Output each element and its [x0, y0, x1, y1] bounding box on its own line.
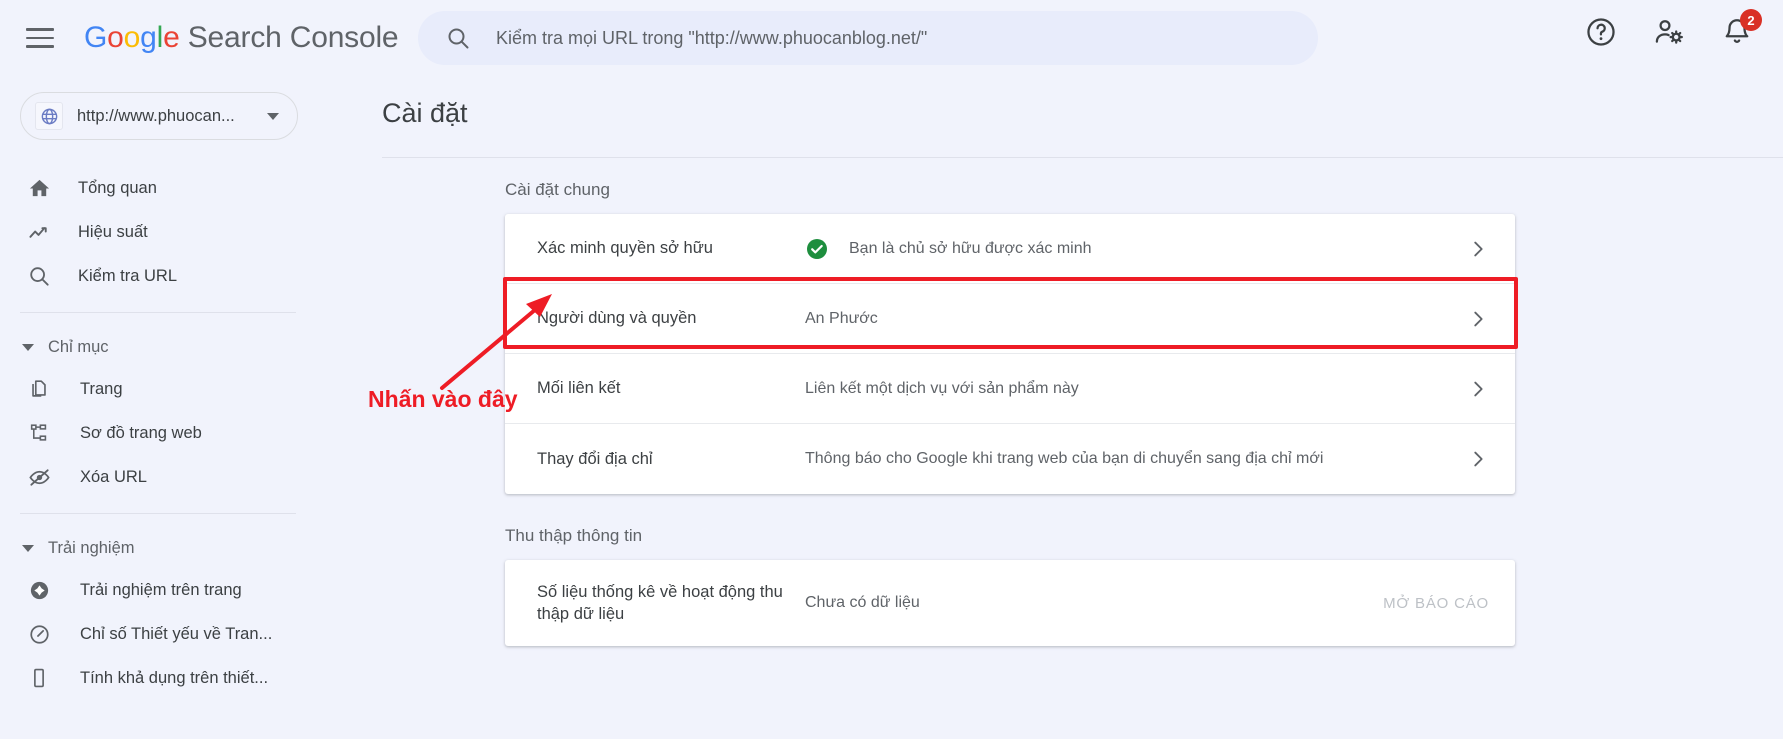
sidebar-item-label: Trải nghiệm trên trang [80, 580, 242, 599]
section-label-general: Cài đặt chung [505, 180, 610, 199]
row-label: Mối liên kết [537, 379, 621, 398]
sidebar-item-kiem-tra-url[interactable]: Kiểm tra URL [0, 254, 320, 298]
chevron-right-icon [1474, 241, 1483, 256]
property-url-label: http://www.phuocan... [77, 106, 235, 125]
search-icon [26, 263, 52, 289]
row-value-text: Thông báo cho Google khi trang web của b… [805, 450, 1324, 467]
app-root: Google Search Console Kiểm tra mọi URL t… [0, 0, 1783, 739]
url-inspection-search-box[interactable]: Kiểm tra mọi URL trong "http://www.phuoc… [418, 11, 1318, 65]
row-value: Chưa có dữ liệu [805, 594, 1383, 612]
search-input[interactable]: Kiểm tra mọi URL trong "http://www.phuoc… [496, 28, 927, 49]
pages-icon [26, 376, 52, 402]
sidebar-item-label: Tổng quan [78, 178, 157, 197]
product-name-text: Search Console [187, 21, 399, 54]
row-value: Liên kết một dịch vụ với sản phẩm này [805, 380, 1467, 398]
chevron-down-icon [267, 112, 279, 120]
product-name [180, 21, 188, 54]
account-settings-icon[interactable] [1653, 16, 1685, 48]
logo-letter-e: e [163, 21, 180, 54]
sidebar-item-trang[interactable]: Trang [0, 367, 320, 411]
row-value-text: An Phước [805, 309, 878, 327]
sidebar-group-trai-nghiem[interactable]: Trải nghiệm [0, 528, 320, 568]
page-experience-icon [26, 577, 52, 603]
settings-row-associations[interactable]: Mối liên kết Liên kết một dịch vụ với sả… [505, 354, 1515, 424]
sidebar-item-chi-so-thiet-yeu[interactable]: Chỉ số Thiết yếu về Tran... [0, 612, 320, 656]
row-value-text: Liên kết một dịch vụ với sản phẩm này [805, 379, 1079, 397]
row-value: Thông báo cho Google khi trang web của b… [805, 450, 1467, 468]
sitemap-icon [26, 420, 52, 446]
sidebar-item-label: Hiệu suất [78, 222, 148, 241]
section-label-crawling: Thu thập thông tin [505, 526, 643, 545]
trending-up-icon [26, 219, 52, 245]
sidebar-item-hieu-suat[interactable]: Hiệu suất [0, 210, 320, 254]
logo-letter-g: g [140, 21, 157, 54]
crawling-settings-card: Số liệu thống kê về hoạt động thu thập d… [505, 560, 1515, 646]
hamburger-menu-icon[interactable] [26, 23, 56, 53]
top-bar-actions: 2 [1585, 9, 1762, 48]
search-icon [448, 28, 469, 49]
notifications-bell-icon[interactable]: 2 [1721, 9, 1762, 48]
chevron-right-icon [1474, 311, 1483, 326]
general-settings-card: Xác minh quyền sở hữu Bạn là chủ sở hữu … [505, 214, 1515, 494]
app-logo: Google Search Console [84, 21, 399, 55]
sidebar-item-label: Tính khả dụng trên thiết... [80, 668, 269, 687]
property-selector[interactable]: http://www.phuocan... [20, 92, 298, 140]
sidebar: http://www.phuocan... Tổng quan Hiệu suấ… [0, 76, 320, 739]
settings-row-change-of-address[interactable]: Thay đổi địa chỉ Thông báo cho Google kh… [505, 424, 1515, 494]
row-label: Xác minh quyền sở hữu [537, 239, 713, 258]
settings-row-ownership-verification[interactable]: Xác minh quyền sở hữu Bạn là chủ sở hữu … [505, 214, 1515, 284]
row-value: Bạn là chủ sở hữu được xác minh [805, 237, 1467, 261]
sidebar-item-trai-nghiem-tren-trang[interactable]: Trải nghiệm trên trang [0, 568, 320, 612]
main-content: Cài đặt Cài đặt chung Xác minh quyền sở … [320, 76, 1783, 739]
settings-row-users-and-permissions[interactable]: Người dùng và quyền An Phước [505, 284, 1515, 354]
row-label: Số liệu thống kê về hoạt động thu thập d… [537, 582, 783, 623]
page-title: Cài đặt [382, 98, 468, 128]
annotation-text: Nhấn vào đây [368, 386, 518, 412]
settings-content: Cài đặt chung Xác minh quyền sở hữu Bạn … [320, 158, 1783, 646]
sidebar-item-xoa-url[interactable]: Xóa URL [0, 455, 320, 499]
sidebar-item-label: Xóa URL [80, 467, 147, 486]
sidebar-item-tong-quan[interactable]: Tổng quan [0, 166, 320, 210]
sidebar-item-label: Chỉ số Thiết yếu về Tran... [80, 624, 273, 643]
logo-letter-o2: o [123, 21, 141, 54]
sidebar-item-label: Trang [80, 379, 123, 398]
logo-letter-G: G [84, 21, 108, 54]
sidebar-item-tinh-kha-dung-thiet-bi[interactable]: Tính khả dụng trên thiết... [0, 656, 320, 700]
sidebar-item-label: Sơ đồ trang web [80, 423, 202, 442]
sidebar-item-so-do-trang-web[interactable]: Sơ đồ trang web [0, 411, 320, 455]
sidebar-divider [20, 312, 296, 313]
sidebar-group-label: Chỉ mục [48, 337, 109, 356]
help-icon[interactable] [1585, 16, 1617, 48]
chevron-down-icon [22, 544, 34, 552]
sidebar-group-label: Trải nghiệm [48, 538, 135, 557]
top-bar: Google Search Console Kiểm tra mọi URL t… [0, 0, 1783, 76]
row-value: An Phước [805, 310, 1467, 328]
mobile-icon [26, 665, 52, 691]
settings-row-crawl-stats[interactable]: Số liệu thống kê về hoạt động thu thập d… [505, 560, 1515, 646]
row-label: Người dùng và quyền [537, 309, 697, 328]
sidebar-item-label: Kiểm tra URL [78, 266, 178, 285]
sidebar-divider [20, 513, 296, 514]
open-report-link[interactable]: MỞ BÁO CÁO [1383, 595, 1489, 612]
speedometer-icon [26, 621, 52, 647]
notification-badge-count: 2 [1740, 9, 1762, 31]
globe-icon [35, 102, 63, 130]
chevron-right-icon [1474, 381, 1483, 396]
chevron-right-icon [1474, 451, 1483, 467]
green-check-circle-icon [807, 238, 827, 259]
chevron-down-icon [22, 343, 34, 351]
sidebar-nav: Tổng quan Hiệu suất Kiểm tra URL Chỉ mục [0, 166, 320, 700]
row-value-text: Bạn là chủ sở hữu được xác minh [849, 239, 1092, 257]
home-icon [26, 175, 52, 201]
row-label: Thay đổi địa chỉ [537, 449, 653, 468]
sidebar-group-chi-muc[interactable]: Chỉ mục [0, 327, 320, 367]
eye-off-icon [26, 464, 52, 490]
logo-letter-o1: o [107, 21, 124, 54]
row-value-text: Chưa có dữ liệu [805, 594, 920, 611]
